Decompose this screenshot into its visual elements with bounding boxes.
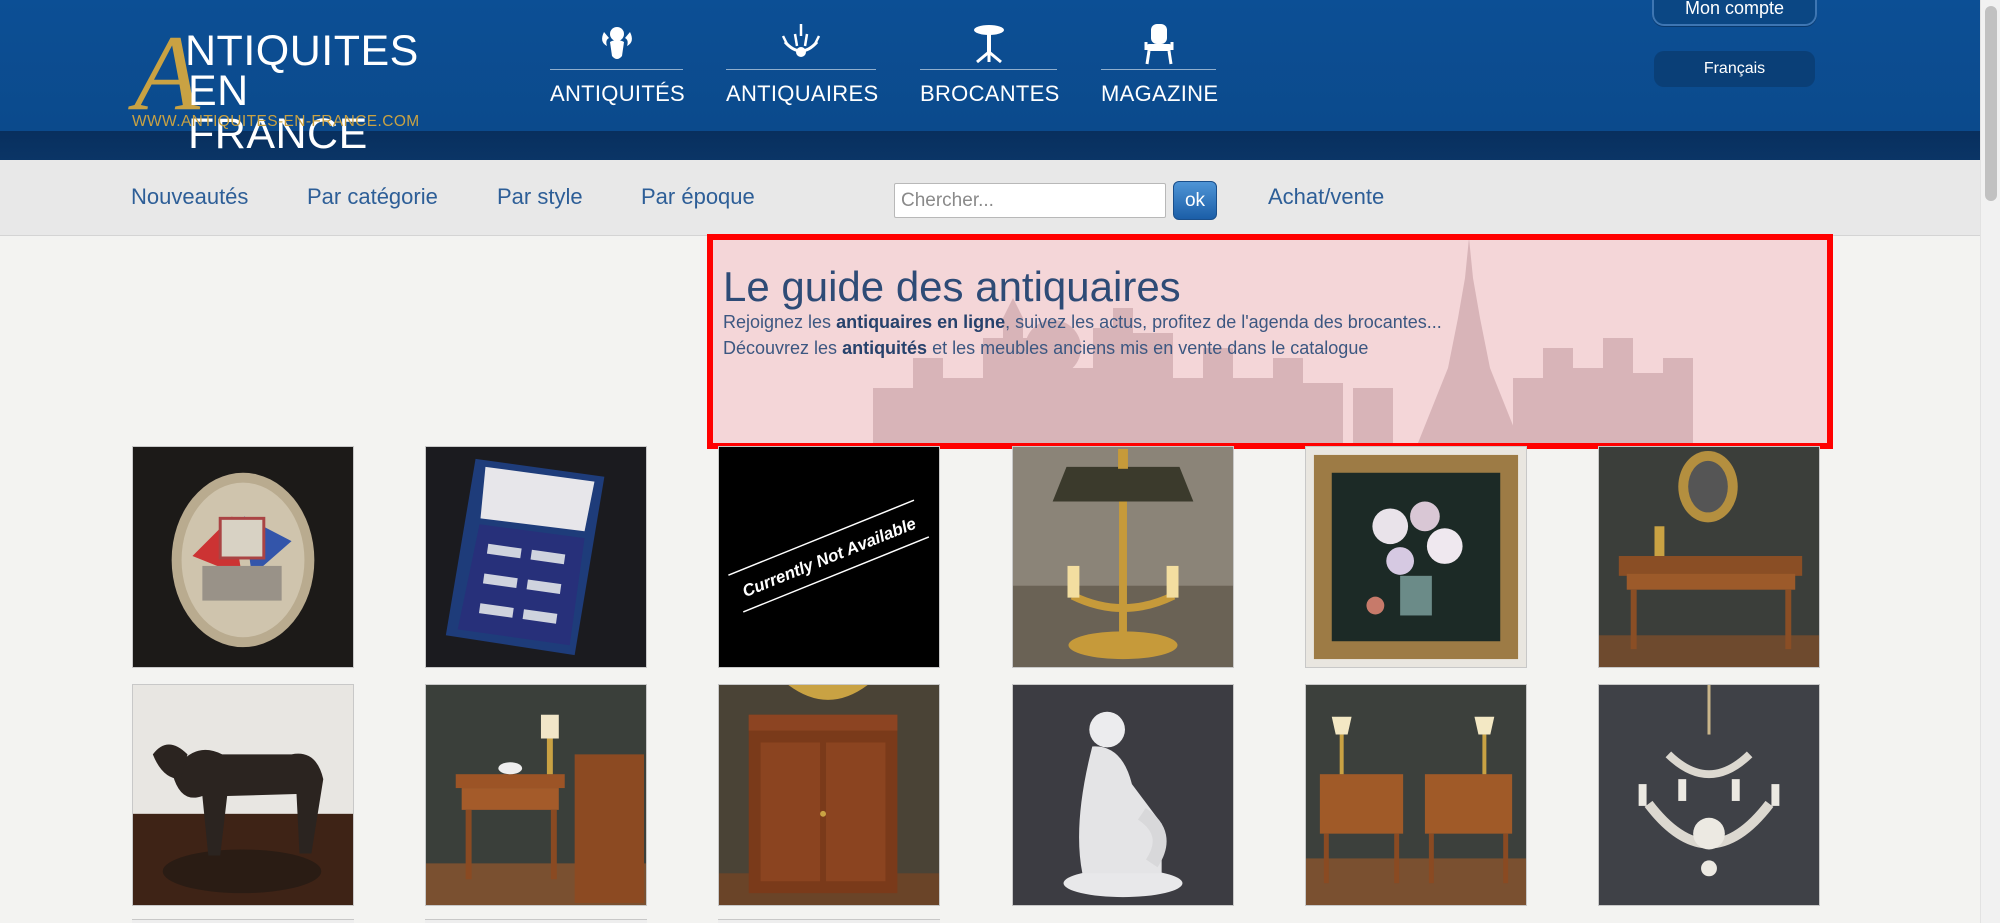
- hero-line-2: Découvrez les antiquités et les meubles …: [723, 338, 1369, 358]
- nav-antiquites-label: ANTIQUITÉS: [550, 81, 686, 106]
- subnav-achat-vente[interactable]: Achat/vente: [1268, 184, 1384, 210]
- product-image: [133, 685, 353, 905]
- product-knife-rests-box-set[interactable]: [425, 446, 647, 668]
- logo-url: WWW.ANTIQUITES-EN-FRANCE.COM: [132, 113, 420, 130]
- link-antiquaires-en-ligne[interactable]: antiquaires en ligne: [836, 312, 1005, 332]
- nav-antiquites[interactable]: ANTIQUITÉS: [550, 22, 686, 112]
- product-image: [1599, 685, 1819, 905]
- subnav-par-epoque[interactable]: Par époque: [641, 184, 755, 210]
- search-ok-button[interactable]: ok: [1173, 181, 1217, 220]
- nav-brocantes-label: BROCANTES: [920, 81, 1060, 106]
- cherub-icon: [601, 27, 632, 59]
- nav-antiquaires[interactable]: ANTIQUAIRES: [726, 22, 879, 112]
- page-scrollbar[interactable]: [1980, 0, 2000, 923]
- product-monte-carlo-rally-plaque[interactable]: [132, 446, 354, 668]
- language-selector[interactable]: Français: [1654, 51, 1815, 87]
- product-image: [1306, 447, 1526, 667]
- product-bronze-dog-sculpture[interactable]: [132, 684, 354, 906]
- product-image: [426, 447, 646, 667]
- product-image: [1013, 447, 1233, 667]
- chandelier-icon: [781, 24, 821, 57]
- site-header: A NTIQUITES EN FRANCE WWW.ANTIQUITES-EN-…: [0, 0, 1980, 160]
- search-input[interactable]: [894, 183, 1166, 218]
- subnav-par-categorie[interactable]: Par catégorie: [307, 184, 438, 210]
- product-image: [426, 685, 646, 905]
- nav-magazine-label: MAGAZINE: [1101, 81, 1219, 106]
- product-image: Currently Not Available: [719, 447, 939, 667]
- product-pair-of-bedside-tables[interactable]: [1305, 684, 1527, 906]
- nav-magazine[interactable]: MAGAZINE: [1101, 22, 1219, 112]
- product-image: [133, 447, 353, 667]
- product-side-table-with-lamp[interactable]: [425, 684, 647, 906]
- product-writing-desk[interactable]: [1598, 446, 1820, 668]
- hero-line-1: Rejoignez les antiquaires en ligne, suiv…: [723, 312, 1442, 332]
- product-mahogany-cabinet[interactable]: [718, 684, 940, 906]
- scrollbar-thumb[interactable]: [1985, 6, 1997, 201]
- nav-antiquaires-label: ANTIQUAIRES: [726, 81, 879, 106]
- pedestal-table-icon: [973, 25, 1004, 64]
- hero-title: Le guide des antiquaires: [723, 263, 1181, 310]
- my-account-button[interactable]: Mon compte: [1652, 0, 1817, 26]
- product-image: [719, 685, 939, 905]
- site-logo[interactable]: A NTIQUITES EN FRANCE WWW.ANTIQUITES-EN-…: [130, 20, 440, 156]
- product-flower-painting-gilt-frame[interactable]: [1305, 446, 1527, 668]
- subnav-nouveautes[interactable]: Nouveautés: [131, 184, 248, 210]
- product-porcelain-bather-statue[interactable]: [1012, 684, 1234, 906]
- hero-banner: Le guide des antiquaires Rejoignez les a…: [707, 234, 1833, 449]
- product-image: [1599, 447, 1819, 667]
- nav-brocantes[interactable]: BROCANTES: [920, 22, 1060, 112]
- product-image: [1306, 685, 1526, 905]
- armchair-icon: [1144, 24, 1173, 65]
- link-antiquites[interactable]: antiquités: [842, 338, 927, 358]
- product-image: [1013, 685, 1233, 905]
- subnav-par-style[interactable]: Par style: [497, 184, 583, 210]
- product-bouillotte-lamp[interactable]: [1012, 446, 1234, 668]
- product-crystal-chandelier[interactable]: [1598, 684, 1820, 906]
- product-currently-not-available[interactable]: Currently Not Available: [718, 446, 940, 668]
